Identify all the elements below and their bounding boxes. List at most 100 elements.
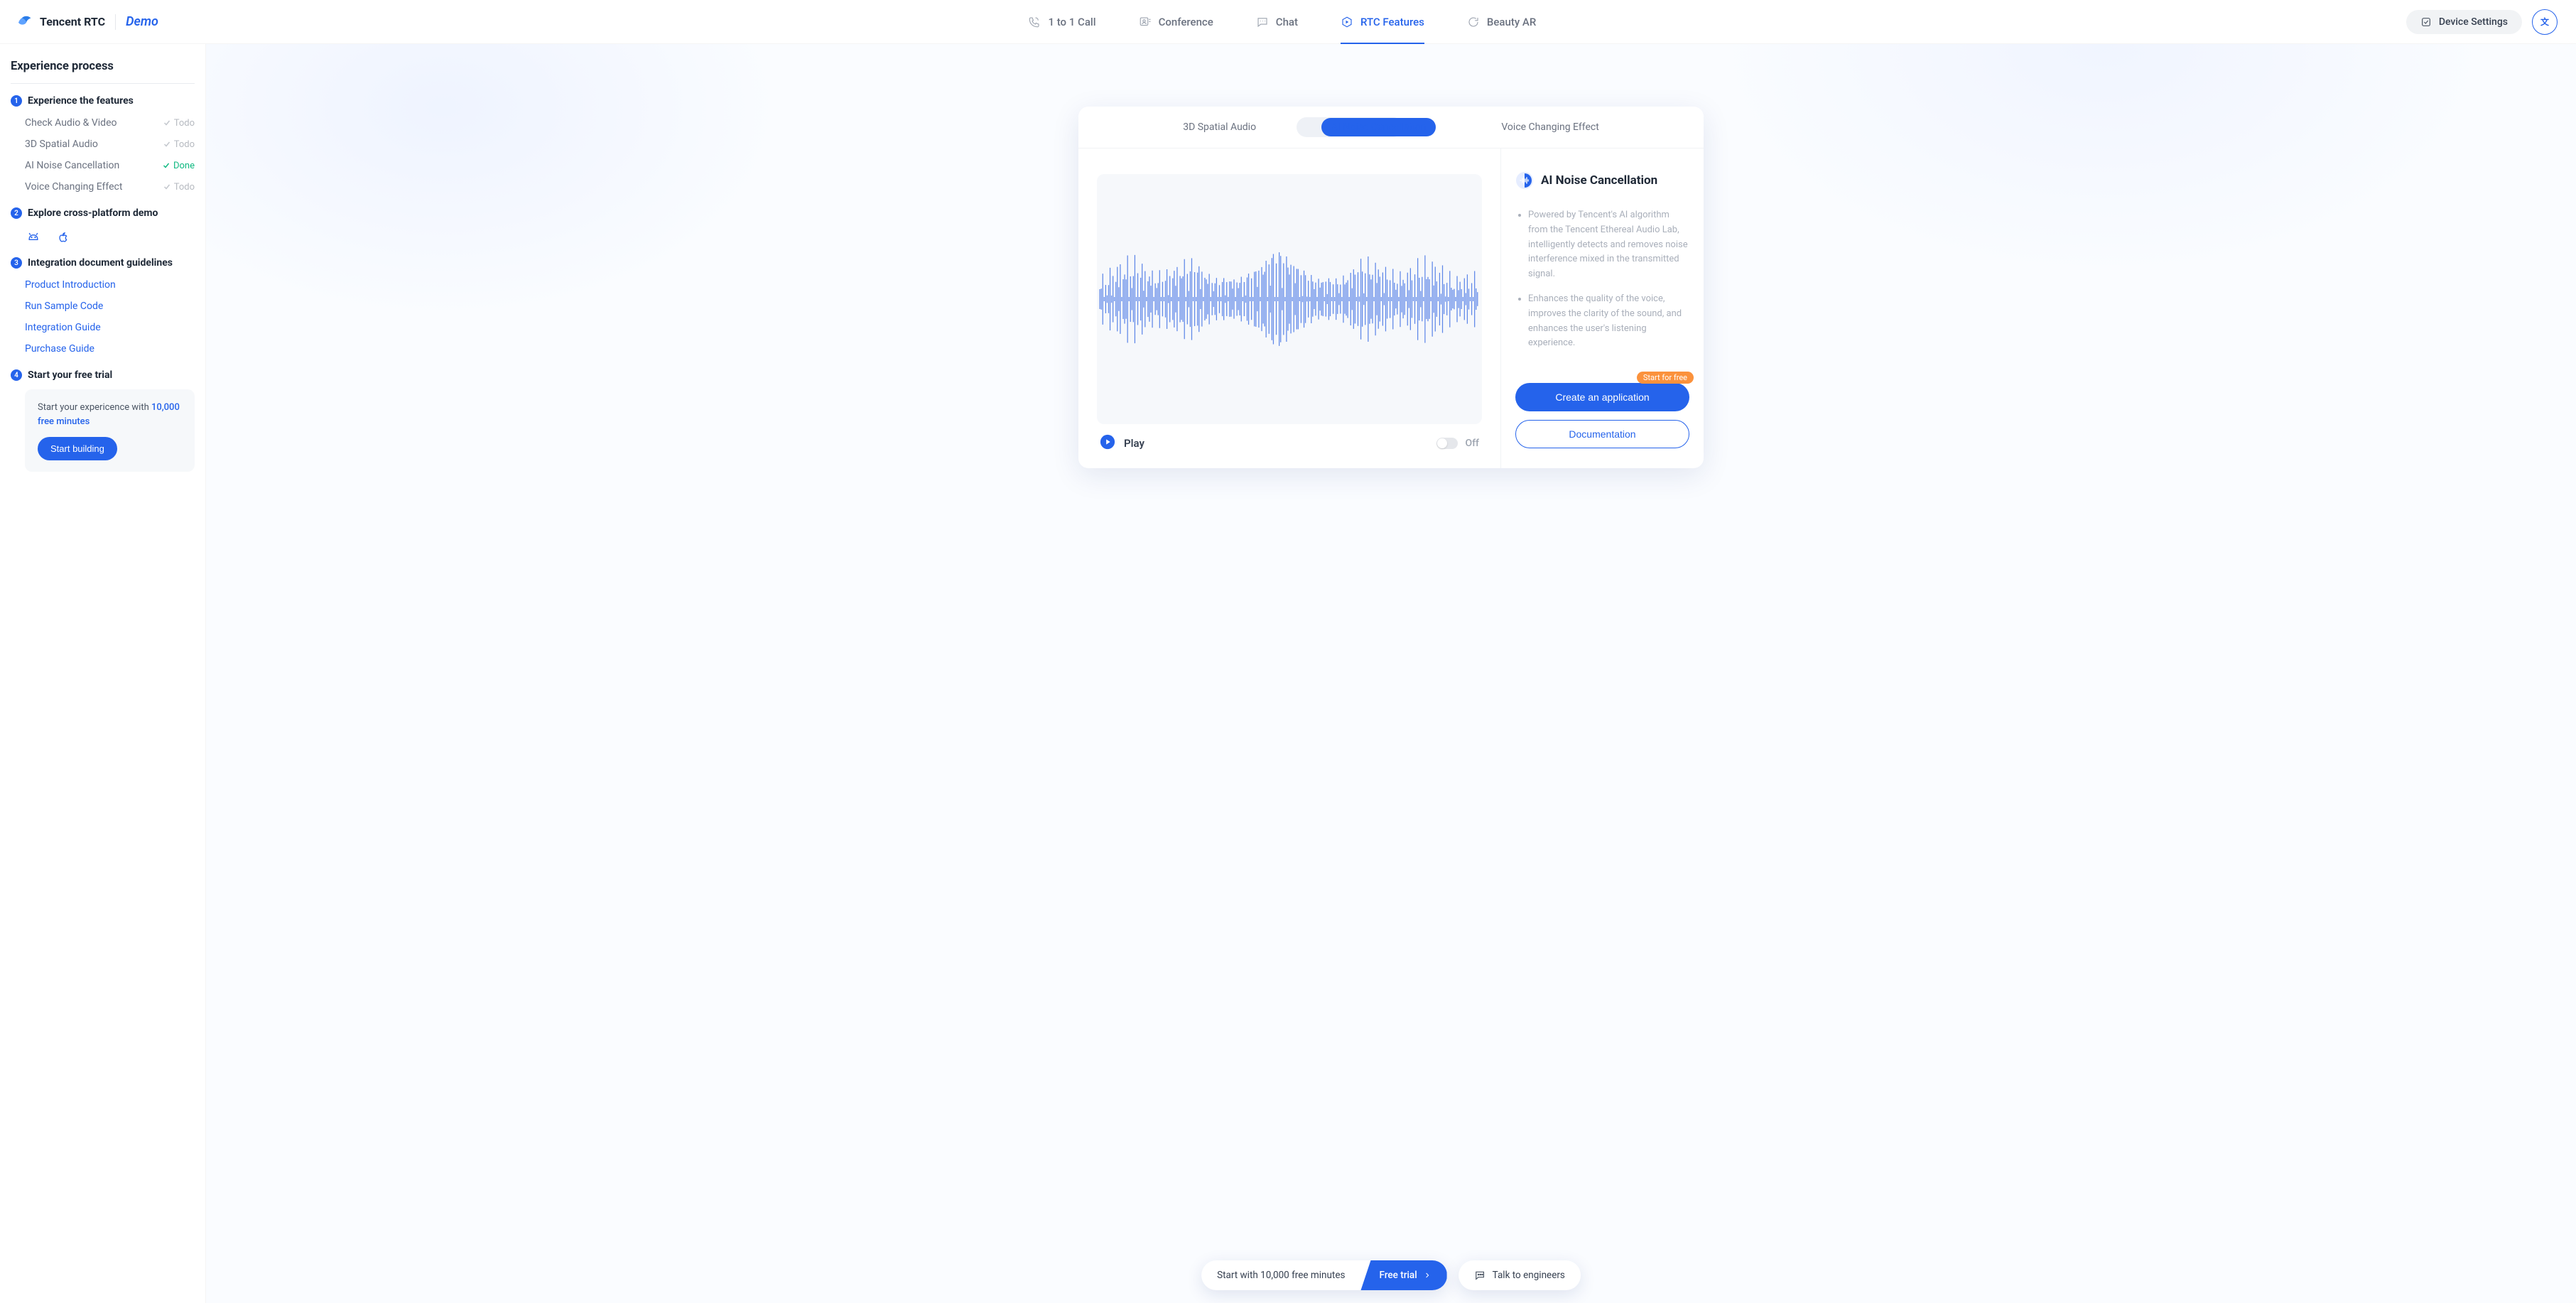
sidebar-item-check-av[interactable]: Check Audio & Video Todo: [11, 112, 195, 134]
step-2-header: 2 Explore cross-platform demo: [11, 207, 195, 219]
talk-to-engineers-pill[interactable]: Talk to engineers: [1459, 1260, 1581, 1290]
sidebar-item-label: AI Noise Cancellation: [25, 160, 119, 171]
status-todo: Todo: [163, 182, 195, 193]
step-4-header: 4 Start your free trial: [11, 369, 195, 381]
check-icon: [163, 119, 171, 127]
brand-logo: Tencent RTC: [18, 14, 105, 30]
nav-tab-conference[interactable]: Conference: [1139, 0, 1213, 44]
chat-bubble-icon: [1474, 1270, 1485, 1281]
waveform-canvas: [1097, 174, 1482, 424]
toggle-label: Off: [1465, 438, 1479, 449]
play-button[interactable]: [1100, 434, 1115, 453]
panel-bullets: Powered by Tencent's AI algorithm from t…: [1528, 208, 1689, 361]
step-4-label: Start your free trial: [28, 369, 112, 381]
android-icon[interactable]: [26, 230, 40, 244]
nav-label: Chat: [1276, 16, 1298, 28]
step-3-header: 3 Integration document guidelines: [11, 257, 195, 269]
step-2-label: Explore cross-platform demo: [28, 207, 158, 219]
nav-tabs: 1 to 1 Call Conference Chat RTC Features…: [158, 0, 2406, 44]
chevron-right-icon: [1423, 1271, 1432, 1280]
step-3-label: Integration document guidelines: [28, 257, 173, 269]
nav-tab-chat[interactable]: Chat: [1256, 0, 1298, 44]
step-number-icon: 1: [11, 95, 22, 107]
apple-icon[interactable]: [56, 230, 70, 244]
sidebar-item-3d-audio[interactable]: 3D Spatial Audio Todo: [11, 134, 195, 155]
doc-link-purchase[interactable]: Purchase Guide: [11, 338, 195, 359]
language-switch-button[interactable]: 文: [2532, 9, 2558, 35]
device-settings-label: Device Settings: [2439, 16, 2508, 28]
info-panel: AI Noise Cancellation Powered by Tencent…: [1500, 148, 1704, 468]
sidebar-item-ai-noise[interactable]: AI Noise Cancellation Done: [11, 155, 195, 176]
step-number-icon: 2: [11, 207, 22, 219]
card-tab-spatial[interactable]: 3D Spatial Audio: [1181, 119, 1257, 136]
sparkle-refresh-icon: [1467, 16, 1480, 28]
panel-bullet: Powered by Tencent's AI algorithm from t…: [1528, 208, 1689, 282]
panel-title: AI Noise Cancellation: [1515, 171, 1689, 190]
tencent-rtc-logo-icon: [18, 14, 34, 30]
panel-bullet: Enhances the quality of the voice, impro…: [1528, 292, 1689, 351]
demo-tag: Demo: [126, 14, 158, 29]
trial-card: Start your expericence with 10,000 free …: [25, 389, 195, 472]
panel-title-text: AI Noise Cancellation: [1541, 173, 1657, 188]
waveform-icon: [1097, 174, 1482, 424]
card-tabs: 3D Spatial Audio AI Noise Cancellation V…: [1078, 107, 1704, 148]
nav-label: 1 to 1 Call: [1048, 16, 1095, 28]
feature-card: 3D Spatial Audio AI Noise Cancellation V…: [1078, 107, 1704, 468]
start-building-button[interactable]: Start building: [38, 437, 117, 460]
start-free-tag: Start for free: [1637, 372, 1694, 384]
nav-tab-call[interactable]: 1 to 1 Call: [1028, 0, 1095, 44]
main-area: 3D Spatial Audio AI Noise Cancellation V…: [206, 44, 2576, 1303]
check-icon: [163, 140, 171, 148]
settings-check-icon: [2420, 16, 2432, 28]
header-right: Device Settings 文: [2406, 9, 2558, 35]
chat-icon: [1256, 16, 1269, 28]
users-icon: [1139, 16, 1152, 28]
language-icon: 文: [2540, 16, 2549, 28]
sidebar-title: Experience process: [11, 60, 195, 84]
doc-link-product-intro[interactable]: Product Introduction: [11, 274, 195, 296]
nav-tab-rtc-features[interactable]: RTC Features: [1341, 0, 1424, 44]
play-circle-icon: [1100, 434, 1115, 450]
nav-label: Beauty AR: [1487, 16, 1536, 28]
free-trial-text: Start with 10,000 free minutes: [1201, 1270, 1360, 1281]
platform-icons: [11, 225, 195, 247]
step-1-header: 1 Experience the features: [11, 95, 195, 107]
status-todo: Todo: [163, 118, 195, 129]
sidebar-item-label: 3D Spatial Audio: [25, 139, 98, 150]
card-tab-voice[interactable]: Voice Changing Effect: [1500, 119, 1600, 136]
nav-label: RTC Features: [1360, 16, 1424, 28]
create-app-button[interactable]: Create an application: [1515, 383, 1689, 411]
check-icon: [162, 161, 171, 170]
nav-label: Conference: [1159, 16, 1213, 28]
step-number-icon: 3: [11, 257, 22, 269]
sidebar-item-label: Check Audio & Video: [25, 117, 117, 129]
step-1-label: Experience the features: [28, 95, 134, 107]
check-icon: [163, 183, 171, 191]
card-tab-noise[interactable]: AI Noise Cancellation: [1321, 118, 1436, 136]
free-trial-cta: Free trial: [1360, 1260, 1446, 1290]
wave-badge-icon: [1515, 171, 1534, 190]
sidebar-item-voice-change[interactable]: Voice Changing Effect Todo: [11, 176, 195, 198]
doc-link-integration[interactable]: Integration Guide: [11, 317, 195, 338]
phone-icon: [1028, 16, 1041, 28]
effect-toggle[interactable]: Off: [1436, 438, 1479, 449]
trial-text: Start your expericence with 10,000 free …: [38, 401, 182, 428]
device-settings-button[interactable]: Device Settings: [2406, 10, 2522, 34]
documentation-button[interactable]: Documentation: [1515, 420, 1689, 448]
status-todo: Todo: [163, 139, 195, 150]
play-hex-icon: [1341, 16, 1353, 28]
brand-name: Tencent RTC: [40, 15, 105, 28]
toggle-switch-icon: [1436, 438, 1458, 449]
free-trial-pill[interactable]: Start with 10,000 free minutes Free tria…: [1201, 1260, 1447, 1290]
sidebar: Experience process 1 Experience the feat…: [0, 44, 206, 1303]
talk-label: Talk to engineers: [1493, 1270, 1565, 1281]
nav-tab-beauty[interactable]: Beauty AR: [1467, 0, 1536, 44]
sidebar-item-label: Voice Changing Effect: [25, 181, 122, 193]
play-label: Play: [1124, 437, 1144, 450]
status-done: Done: [162, 161, 195, 171]
bottom-bar: Start with 10,000 free minutes Free tria…: [1201, 1260, 1581, 1290]
doc-link-sample-code[interactable]: Run Sample Code: [11, 296, 195, 317]
step-number-icon: 4: [11, 369, 22, 381]
divider: [115, 14, 116, 30]
waveform-column: Play Off: [1078, 148, 1500, 468]
